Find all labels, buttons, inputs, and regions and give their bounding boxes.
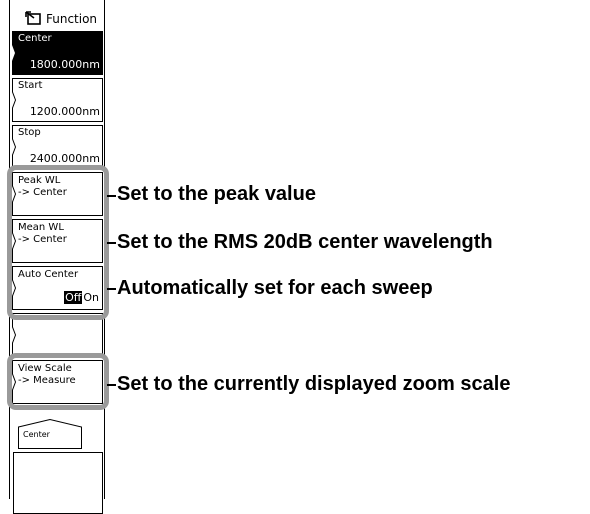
center-key-label: Center [18, 33, 52, 44]
center-key[interactable]: Center 1800.000nm [12, 31, 103, 75]
annotation-view-scale: Set to the currently displayed zoom scal… [117, 373, 511, 395]
start-key-label: Start [18, 80, 43, 91]
function-menu-icon [25, 11, 41, 25]
view-scale-leader-line [107, 384, 116, 386]
annotation-peak: Set to the peak value [117, 183, 316, 205]
start-key[interactable]: Start 1200.000nm [12, 78, 103, 122]
empty-panel-area [13, 452, 103, 514]
center-sub-tab[interactable]: Center [18, 418, 82, 449]
mean-leader-line [107, 242, 116, 244]
peak-leader-line [107, 195, 116, 197]
annotation-mean: Set to the RMS 20dB center wavelength [117, 231, 493, 253]
function-group-outline [7, 165, 109, 320]
annotation-auto: Automatically set for each sweep [117, 277, 433, 299]
center-key-value: 1800.000nm [29, 58, 100, 71]
center-sub-tab-label: Center [23, 430, 50, 439]
start-key-value: 1200.000nm [29, 105, 100, 118]
function-title: Function [46, 12, 98, 26]
stop-key-value: 2400.000nm [29, 152, 100, 165]
auto-leader-line [107, 288, 116, 290]
view-scale-group-outline [7, 353, 109, 410]
stop-key-label: Stop [18, 127, 41, 138]
stop-key[interactable]: Stop 2400.000nm [12, 125, 103, 169]
function-header: Function [12, 6, 104, 30]
